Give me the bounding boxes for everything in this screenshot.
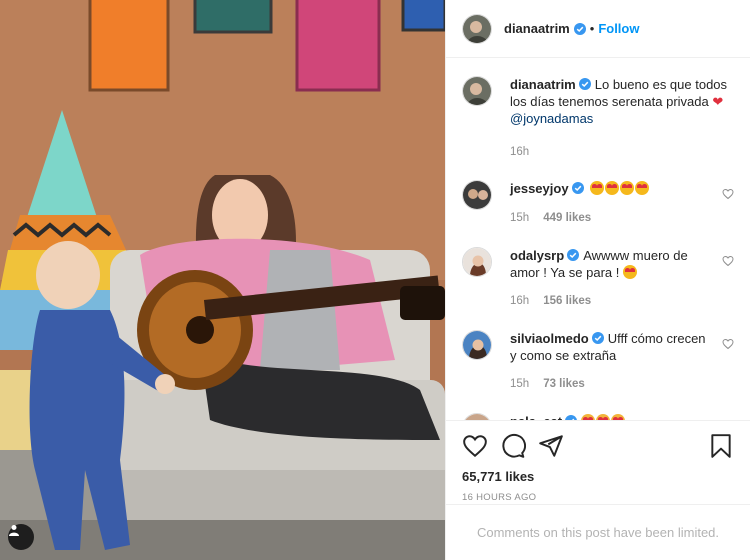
verified-badge-icon [591, 332, 604, 344]
heart-eyes-emoji-icon [589, 181, 650, 196]
caption: dianaatrim Lo bueno es que todos los días… [462, 76, 734, 161]
comment-item: pala_cat [462, 413, 734, 420]
comment-time[interactable]: 15h [510, 212, 529, 224]
comment-icon[interactable] [500, 433, 526, 459]
comment-item: jesseyjoy 15h 449 likes [462, 180, 734, 227]
verified-badge-icon [573, 22, 586, 35]
post-actions: 65,771 likes 16 HOURS AGO [446, 420, 750, 503]
commenter-username[interactable]: jesseyjoy [510, 181, 569, 196]
caption-username[interactable]: dianaatrim [510, 77, 576, 92]
bookmark-icon[interactable] [708, 433, 734, 459]
commenter-avatar[interactable] [462, 180, 492, 210]
red-heart-emoji-icon: ❤ [712, 94, 724, 109]
photo-illustration [0, 0, 445, 560]
header-separator: • [589, 21, 595, 36]
comment-likes[interactable]: 449 likes [543, 212, 591, 224]
like-comment-heart-icon[interactable] [722, 188, 734, 200]
comment-likes[interactable]: 73 likes [543, 378, 585, 390]
comment-item: odalysrp Awwww muero de amor ! Ya se para… [462, 247, 734, 310]
author-username[interactable]: dianaatrim [504, 21, 570, 36]
like-comment-heart-icon[interactable] [722, 338, 734, 350]
comment-likes[interactable]: 156 likes [543, 295, 591, 307]
like-comment-heart-icon[interactable] [722, 255, 734, 267]
commenter-avatar[interactable] [462, 247, 492, 277]
commenter-username[interactable]: odalysrp [510, 248, 564, 263]
caption-mention[interactable]: @joynadamas [510, 111, 593, 126]
post-timestamp[interactable]: 16 HOURS AGO [462, 492, 734, 503]
verified-badge-icon [567, 249, 580, 261]
verified-badge-icon [571, 182, 584, 194]
author-avatar[interactable] [462, 13, 492, 44]
post-likes-count[interactable]: 65,771 likes [462, 469, 734, 484]
heart-eyes-emoji-icon [622, 265, 637, 279]
heart-icon[interactable] [462, 433, 488, 459]
author-avatar[interactable] [462, 76, 492, 106]
comment-time[interactable]: 16h [510, 295, 529, 307]
post-sidebar: dianaatrim • Follow dianaatrim Lo bueno e… [445, 0, 750, 560]
user-tag-icon[interactable] [8, 524, 34, 550]
verified-badge-icon [578, 78, 591, 90]
comment-item: silviaolmedo Ufff cómo crecen y como se e… [462, 330, 734, 393]
comments-list[interactable]: dianaatrim Lo bueno es que todos los días… [446, 58, 750, 420]
commenter-avatar[interactable] [462, 413, 492, 420]
share-icon[interactable] [538, 433, 564, 459]
commenter-username[interactable]: silviaolmedo [510, 331, 589, 346]
comments-limited-notice: Comments on this post have been limited. [446, 504, 750, 560]
post-header: dianaatrim • Follow [446, 0, 750, 58]
commenter-avatar[interactable] [462, 330, 492, 360]
comment-time[interactable]: 15h [510, 378, 529, 390]
follow-button[interactable]: Follow [598, 21, 639, 36]
caption-time[interactable]: 16h [510, 146, 529, 158]
post-photo[interactable] [0, 0, 445, 560]
